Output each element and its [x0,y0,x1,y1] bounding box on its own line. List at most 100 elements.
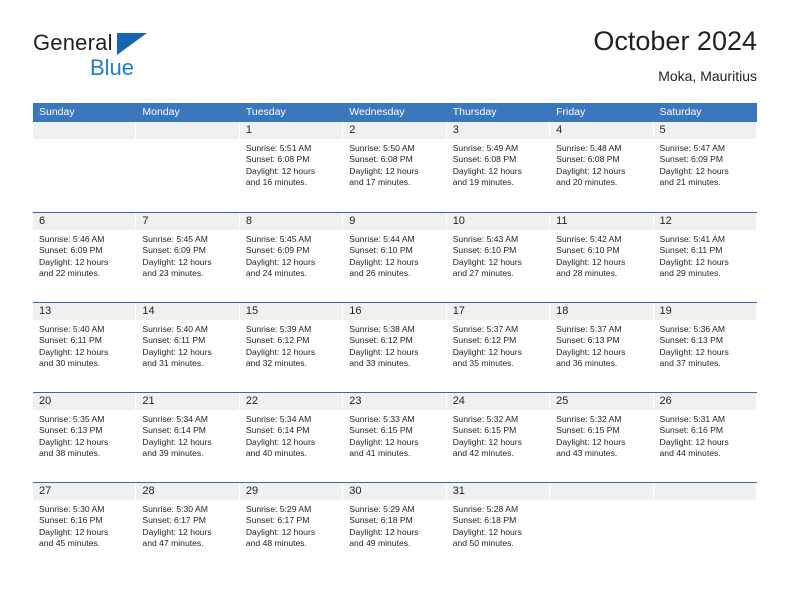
day-number-strip [136,122,240,139]
sunset-text: Sunset: 6:17 PM [142,515,206,526]
day-cell[interactable]: 8 Sunrise: 5:45 AM Sunset: 6:09 PM Daylight… [239,213,344,301]
day-cell[interactable]: 26 Sunrise: 5:31 AM Sunset: 6:16 PM Dayligh… [653,393,757,481]
daylight-text-line2: and 21 minutes. [659,177,721,188]
daylight-text-line1: Daylight: 12 hours [349,346,419,357]
daylight-text-line1: Daylight: 12 hours [245,436,316,447]
general-blue-logo: General Blue [33,30,253,88]
day-number-strip: 20 [33,393,137,410]
day-cell[interactable]: 22 Sunrise: 5:34 AM Sunset: 6:14 PM Dayligh… [239,393,344,481]
daylight-text-line1: Daylight: 12 hours [349,165,419,176]
day-cell[interactable]: 28 Sunrise: 5:30 AM Sunset: 6:17 PM Dayligh… [136,483,240,571]
daylight-text-line2: and 19 minutes. [452,177,514,188]
day-details: Sunrise: 5:29 AM Sunset: 6:17 PM Daylight:… [240,500,343,549]
day-cell[interactable]: 5 Sunrise: 5:47 AM Sunset: 6:09 PM Daylight… [653,122,757,210]
day-number-strip: 13 [33,303,137,320]
day-cell[interactable]: 7 Sunrise: 5:45 AM Sunset: 6:09 PM Daylight… [136,213,240,301]
day-cell[interactable]: 17 Sunrise: 5:37 AM Sunset: 6:12 PM Dayligh… [446,303,551,391]
daylight-text-line1: Daylight: 12 hours [245,165,316,176]
daylight-text-line1: Daylight: 12 hours [245,346,316,357]
sunset-text: Sunset: 6:13 PM [556,335,620,346]
daylight-text-line2: and 50 minutes. [452,538,514,549]
daylight-text-line1: Daylight: 12 hours [245,526,316,537]
day-number-strip: 19 [653,303,757,320]
day-cell[interactable]: 24 Sunrise: 5:32 AM Sunset: 6:15 PM Dayligh… [446,393,551,481]
day-cell[interactable]: 20 Sunrise: 5:35 AM Sunset: 6:13 PM Dayligh… [33,393,137,481]
day-details: Sunrise: 5:49 AM Sunset: 6:08 PM Daylight:… [447,139,550,188]
day-cell[interactable]: 6 Sunrise: 5:46 AM Sunset: 6:09 PM Daylight… [33,213,137,301]
day-cell[interactable]: 18 Sunrise: 5:37 AM Sunset: 6:13 PM Dayligh… [550,303,654,391]
daylight-text-line2: and 29 minutes. [659,268,721,279]
day-details: Sunrise: 5:44 AM Sunset: 6:10 PM Daylight:… [343,230,446,279]
weekday-header-saturday: Saturday [659,106,702,118]
day-cell[interactable]: 31 Sunrise: 5:28 AM Sunset: 6:18 PM Dayligh… [446,483,551,571]
day-cell[interactable]: 19 Sunrise: 5:36 AM Sunset: 6:13 PM Dayligh… [653,303,757,391]
daylight-text-line1: Daylight: 12 hours [659,165,729,176]
daylight-text-line2: and 31 minutes. [142,358,204,369]
sunset-text: Sunset: 6:10 PM [556,245,620,256]
sunrise-text: Sunrise: 5:46 AM [39,234,105,244]
daylight-text-line1: Daylight: 12 hours [349,526,419,537]
sunset-text: Sunset: 6:13 PM [659,335,724,346]
sunrise-text: Sunrise: 5:42 AM [556,234,622,244]
day-details: Sunrise: 5:41 AM Sunset: 6:11 PM Daylight:… [654,230,757,279]
daylight-text-line2: and 36 minutes. [556,358,618,369]
day-cell[interactable]: 11 Sunrise: 5:42 AM Sunset: 6:10 PM Dayligh… [550,213,654,301]
day-cell[interactable]: 13 Sunrise: 5:40 AM Sunset: 6:11 PM Dayligh… [33,303,137,391]
day-cell[interactable]: 12 Sunrise: 5:41 AM Sunset: 6:11 PM Dayligh… [653,213,757,301]
daylight-text-line2: and 42 minutes. [452,448,514,459]
week-row: 6 Sunrise: 5:46 AM Sunset: 6:09 PM Daylight… [33,212,757,302]
daylight-text-line1: Daylight: 12 hours [556,346,626,357]
day-cell[interactable]: 14 Sunrise: 5:40 AM Sunset: 6:11 PM Dayligh… [136,303,240,391]
day-cell[interactable]: 27 Sunrise: 5:30 AM Sunset: 6:16 PM Dayligh… [33,483,137,571]
day-number-strip: 29 [239,483,344,500]
day-cell[interactable]: 30 Sunrise: 5:29 AM Sunset: 6:18 PM Dayligh… [343,483,447,571]
day-cell[interactable]: 2 Sunrise: 5:50 AM Sunset: 6:08 PM Daylight… [343,122,447,210]
day-cell[interactable]: 3 Sunrise: 5:49 AM Sunset: 6:08 PM Daylight… [446,122,551,210]
logo-triangle-icon [117,33,147,55]
day-details: Sunrise: 5:39 AM Sunset: 6:12 PM Daylight:… [240,320,343,369]
logo-text-general: General [33,30,113,55]
day-cell[interactable]: 29 Sunrise: 5:29 AM Sunset: 6:17 PM Dayligh… [239,483,344,571]
day-number-strip: 21 [136,393,240,410]
daylight-text-line1: Daylight: 12 hours [39,436,109,447]
day-cell[interactable]: 15 Sunrise: 5:39 AM Sunset: 6:12 PM Dayligh… [239,303,344,391]
sunset-text: Sunset: 6:15 PM [556,425,620,436]
daylight-text-line2: and 39 minutes. [142,448,204,459]
sunrise-text: Sunrise: 5:49 AM [452,143,519,153]
sunrise-text: Sunrise: 5:36 AM [659,324,725,334]
daylight-text-line2: and 49 minutes. [349,538,411,549]
day-number: 24 [452,395,465,407]
weekday-header-row: Sunday Monday Tuesday Wednesday Thursday Frid… [33,103,757,122]
daylight-text-line1: Daylight: 12 hours [452,165,522,176]
day-number: 1 [245,124,252,136]
sunrise-text: Sunrise: 5:30 AM [142,504,208,514]
day-number: 4 [556,124,563,136]
day-cell[interactable]: 16 Sunrise: 5:38 AM Sunset: 6:12 PM Dayligh… [343,303,447,391]
day-cell[interactable]: 1 Sunrise: 5:51 AM Sunset: 6:08 PM Daylight… [239,122,344,210]
day-details: Sunrise: 5:32 AM Sunset: 6:15 PM Daylight:… [447,410,550,459]
sunrise-text: Sunrise: 5:51 AM [245,143,312,153]
sunset-text: Sunset: 6:09 PM [142,245,206,256]
sunset-text: Sunset: 6:18 PM [452,515,517,526]
sunset-text: Sunset: 6:14 PM [245,425,310,436]
day-number: 8 [245,215,252,227]
sunrise-text: Sunrise: 5:45 AM [142,234,208,244]
daylight-text-line2: and 30 minutes. [39,358,101,369]
daylight-text-line1: Daylight: 12 hours [349,436,419,447]
day-cell[interactable]: 21 Sunrise: 5:34 AM Sunset: 6:14 PM Dayligh… [136,393,240,481]
week-row: 27 Sunrise: 5:30 AM Sunset: 6:16 PM Dayligh… [33,482,757,572]
day-cell[interactable]: 23 Sunrise: 5:33 AM Sunset: 6:15 PM Dayligh… [343,393,447,481]
day-number: 28 [142,485,155,497]
day-cell[interactable]: 9 Sunrise: 5:44 AM Sunset: 6:10 PM Daylight… [343,213,447,301]
location-subtitle: Moka, Mauritius [658,68,757,84]
page-title: October 2024 [593,26,757,56]
day-cell[interactable]: 4 Sunrise: 5:48 AM Sunset: 6:08 PM Daylight… [550,122,654,210]
sunset-text: Sunset: 6:16 PM [39,515,103,526]
day-number-strip: 5 [653,122,757,139]
day-cell[interactable]: 25 Sunrise: 5:32 AM Sunset: 6:15 PM Dayligh… [550,393,654,481]
day-number: 22 [245,395,259,407]
sunrise-text: Sunrise: 5:50 AM [349,143,415,153]
daylight-text-line2: and 41 minutes. [349,448,411,459]
day-cell[interactable]: 10 Sunrise: 5:43 AM Sunset: 6:10 PM Dayligh… [446,213,551,301]
sunrise-text: Sunrise: 5:29 AM [349,504,415,514]
